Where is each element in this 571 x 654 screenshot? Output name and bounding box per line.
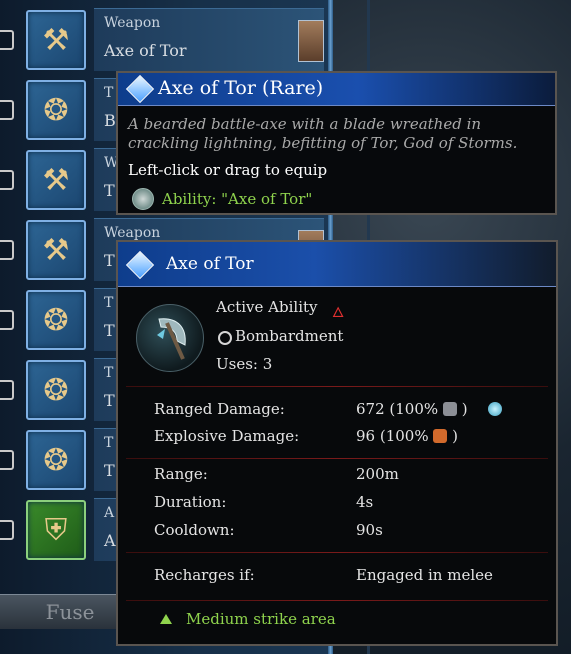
row-checkbox[interactable] bbox=[0, 520, 14, 540]
rarity-diamond-icon bbox=[125, 74, 155, 104]
separator bbox=[126, 600, 548, 601]
row-checkbox[interactable] bbox=[0, 310, 14, 330]
stat-value-explosive: 96 (100% ) bbox=[356, 427, 459, 445]
slot-glyph-icon: ⛨ bbox=[44, 512, 68, 548]
slot-glyph-icon: ⚒ bbox=[42, 232, 70, 268]
row-checkbox[interactable] bbox=[0, 30, 14, 50]
row-name: B bbox=[104, 111, 116, 130]
equip-hint: Left-click or drag to equip bbox=[128, 161, 328, 179]
crossed-axes-icon[interactable]: ⚒ bbox=[26, 220, 86, 280]
stat-label-range: Range: bbox=[154, 465, 208, 483]
row-checkbox[interactable] bbox=[0, 100, 14, 120]
stat-label-explosive: Explosive Damage: bbox=[154, 427, 300, 445]
stat-value-range: 200m bbox=[356, 465, 399, 483]
stat-value-recharge: Engaged in melee bbox=[356, 566, 493, 584]
ability-uses: Uses: 3 bbox=[216, 355, 273, 373]
ability-title: Axe of Tor bbox=[166, 254, 254, 274]
item-ability-link: Ability: "Axe of Tor" bbox=[162, 190, 313, 208]
row-type: T bbox=[104, 85, 114, 101]
row-name: T bbox=[104, 391, 115, 410]
stat-value-duration: 4s bbox=[356, 493, 374, 511]
row-type: Weapon bbox=[104, 15, 161, 31]
slot-glyph-icon: ⚒ bbox=[42, 162, 70, 198]
row-checkbox[interactable] bbox=[0, 380, 14, 400]
bombardment-icon bbox=[218, 331, 232, 345]
lightning-icon bbox=[488, 402, 502, 416]
separator bbox=[126, 458, 548, 459]
row-type: A bbox=[104, 505, 115, 521]
stat-label-cooldown: Cooldown: bbox=[154, 521, 235, 539]
row-type: Weapon bbox=[104, 225, 161, 241]
row-name: Axe of Tor bbox=[104, 41, 187, 60]
armor-icon[interactable]: ⛨ bbox=[26, 500, 86, 560]
row-name: T bbox=[104, 321, 115, 340]
row-type: T bbox=[104, 295, 114, 311]
item-tooltip-header: Axe of Tor (Rare) bbox=[118, 73, 555, 106]
ability-category: Bombardment bbox=[235, 327, 344, 345]
crossed-axes-icon[interactable]: ⚒ bbox=[26, 150, 86, 210]
talisman-icon[interactable]: ❂ bbox=[26, 360, 86, 420]
stat-label-recharge: Recharges if: bbox=[154, 566, 255, 584]
stat-label-duration: Duration: bbox=[154, 493, 227, 511]
axe-ability-icon bbox=[136, 304, 204, 372]
stat-label-ranged: Ranged Damage: bbox=[154, 400, 285, 418]
stat-value-ranged: 672 (100% ) bbox=[356, 400, 468, 418]
slot-glyph-icon: ❂ bbox=[43, 92, 69, 128]
ability-diamond-icon bbox=[125, 250, 155, 280]
hero-portrait bbox=[298, 20, 324, 62]
item-description: A bearded battle-axe with a blade wreath… bbox=[128, 115, 518, 152]
ability-tooltip: Axe of Tor Active Ability 🜂 Bombardment … bbox=[116, 240, 558, 646]
talisman-icon[interactable]: ❂ bbox=[26, 430, 86, 490]
slot-glyph-icon: ❂ bbox=[43, 302, 69, 338]
row-name: A bbox=[104, 531, 116, 550]
separator bbox=[126, 552, 548, 553]
blood-drop-icon: 🜂 bbox=[332, 305, 345, 321]
talisman-icon[interactable]: ❂ bbox=[26, 80, 86, 140]
item-title: Axe of Tor (Rare) bbox=[158, 77, 324, 99]
row-type: T bbox=[104, 435, 114, 451]
strike-area: Medium strike area bbox=[186, 610, 336, 628]
slot-glyph-icon: ⚒ bbox=[42, 22, 70, 58]
crossed-axes-icon[interactable]: ⚒ bbox=[26, 10, 86, 70]
row-name: T bbox=[104, 181, 115, 200]
ability-tooltip-header: Axe of Tor bbox=[118, 242, 556, 287]
area-triangle-icon bbox=[160, 614, 172, 624]
talisman-icon[interactable]: ❂ bbox=[26, 290, 86, 350]
explosive-damage-icon bbox=[433, 429, 448, 443]
row-type: T bbox=[104, 365, 114, 381]
row-checkbox[interactable] bbox=[0, 170, 14, 190]
separator bbox=[126, 386, 548, 387]
stat-value-cooldown: 90s bbox=[356, 521, 383, 539]
row-checkbox[interactable] bbox=[0, 450, 14, 470]
row-name: T bbox=[104, 461, 115, 480]
slot-glyph-icon: ❂ bbox=[43, 442, 69, 478]
ability-icon bbox=[132, 188, 154, 210]
ability-type: Active Ability bbox=[216, 298, 318, 316]
row-checkbox[interactable] bbox=[0, 240, 14, 260]
row-name: T bbox=[104, 251, 115, 270]
slot-glyph-icon: ❂ bbox=[43, 372, 69, 408]
ranged-damage-icon bbox=[442, 402, 457, 416]
item-tooltip: Axe of Tor (Rare) A bearded battle-axe w… bbox=[116, 71, 557, 215]
